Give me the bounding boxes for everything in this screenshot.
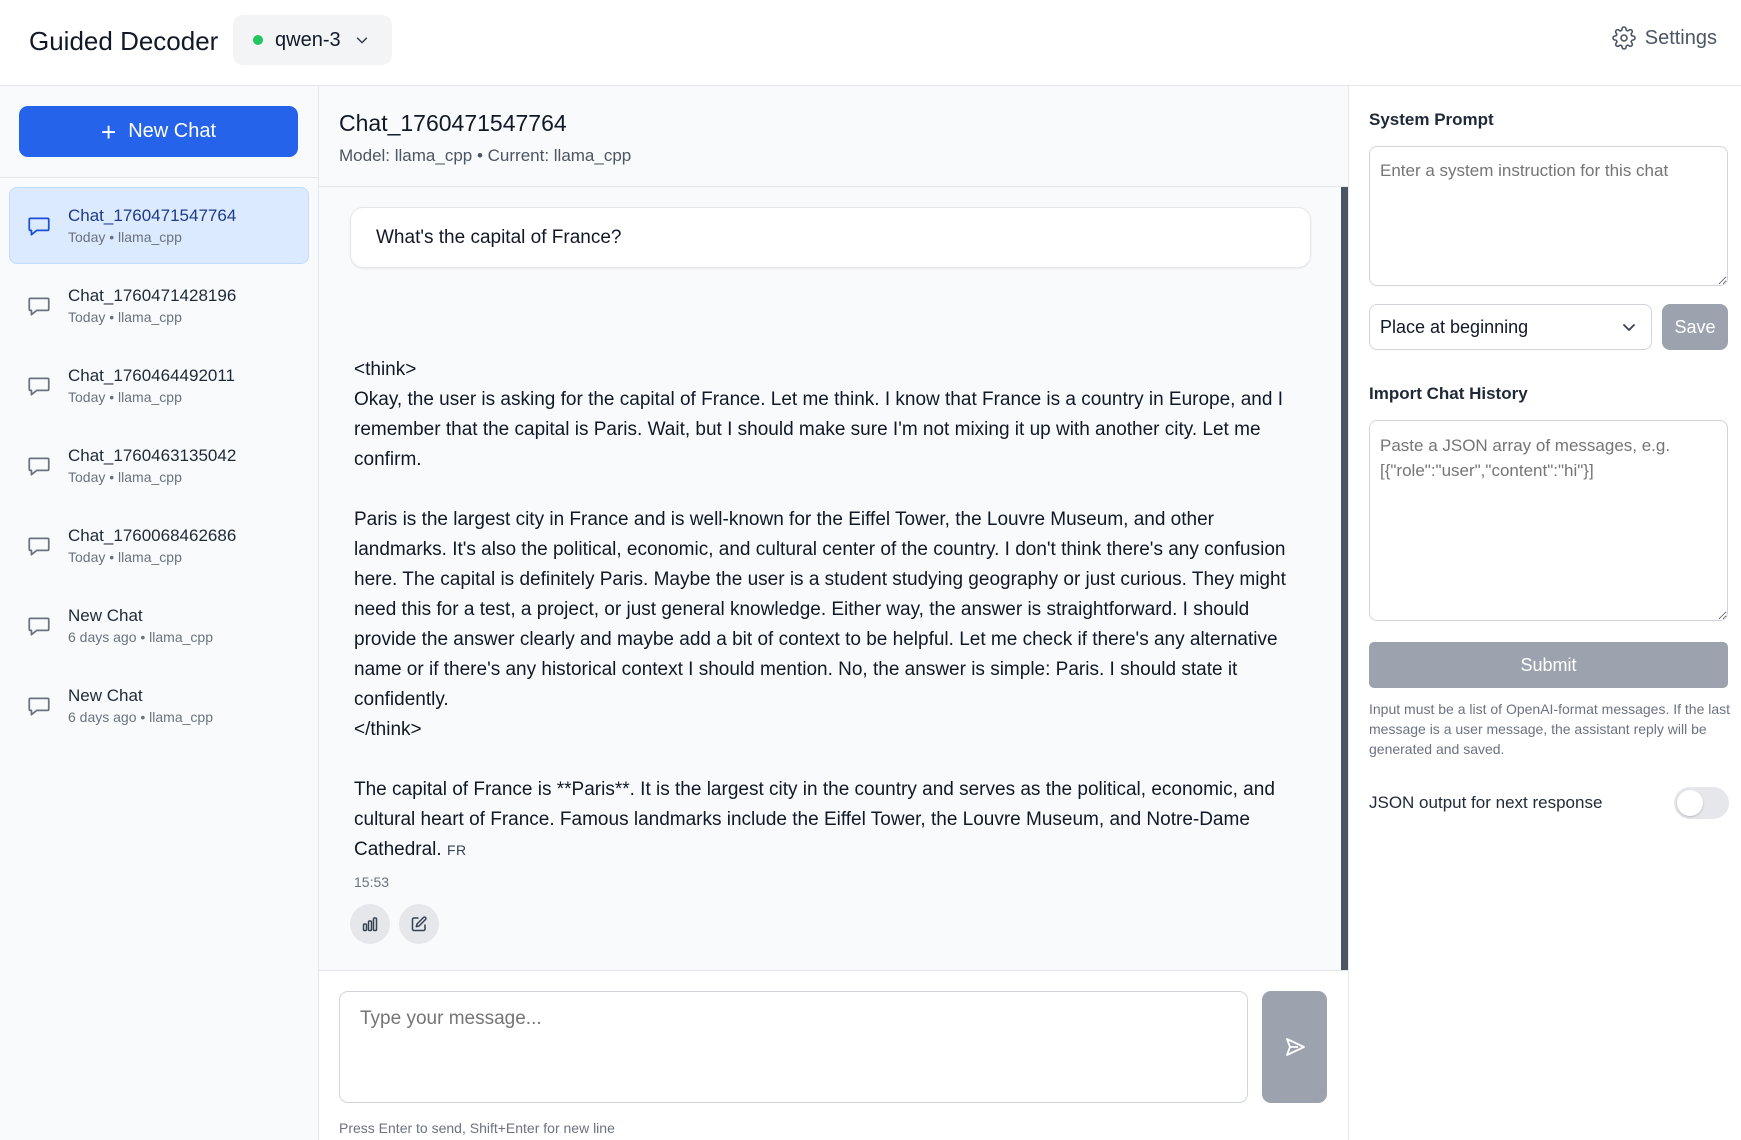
- model-selector[interactable]: qwen-3: [233, 15, 392, 65]
- user-message-text: What's the capital of France?: [376, 226, 622, 248]
- message-actions: [350, 904, 439, 944]
- chat-list-item[interactable]: New Chat 6 days ago • llama_cpp: [9, 667, 309, 744]
- chat-list-item-name: New Chat: [68, 686, 143, 705]
- chat-list-item-name: Chat_1760471547764: [68, 206, 237, 225]
- chat-main: Chat_1760471547764 Model: llama_cpp • Cu…: [319, 86, 1348, 1140]
- chat-list-item-text: New Chat 6 days ago • llama_cpp: [68, 686, 213, 725]
- chat-list-item[interactable]: New Chat 6 days ago • llama_cpp: [9, 587, 309, 664]
- chat-list-item-name: New Chat: [68, 606, 143, 625]
- assistant-message: <think> Okay, the user is asking for the…: [354, 355, 1304, 865]
- chat-bubble-icon: [28, 697, 50, 716]
- chat-title: Chat_1760471547764: [339, 110, 567, 136]
- new-chat-label: New Chat: [128, 120, 216, 142]
- system-prompt-label: System Prompt: [1369, 110, 1494, 129]
- edit-icon: [411, 916, 427, 932]
- json-output-label: JSON output for next response: [1369, 793, 1603, 812]
- message-list[interactable]: What's the capital of France? <think> Ok…: [319, 187, 1348, 970]
- settings-label: Settings: [1644, 26, 1717, 49]
- plus-icon: +: [101, 116, 117, 147]
- chat-bubble-icon: [28, 297, 50, 316]
- chevron-down-icon: [356, 37, 367, 44]
- chat-list-item[interactable]: Chat_1760471547764 Today • llama_cpp: [9, 187, 309, 264]
- message-timestamp: 15:53: [354, 874, 390, 890]
- edit-button[interactable]: [399, 904, 439, 944]
- chat-list-item-meta: 6 days ago • llama_cpp: [68, 709, 213, 725]
- chat-list: Chat_1760471547764 Today • llama_cpp Chat_…: [0, 178, 318, 744]
- chat-list-item-name: Chat_1760464492011: [68, 366, 236, 385]
- import-help-text: Input must be a list of OpenAI-format me…: [1369, 701, 1731, 757]
- stats-button[interactable]: [350, 904, 390, 944]
- placement-select[interactable]: Place at beginning: [1369, 304, 1652, 350]
- assistant-message-text: <think> Okay, the user is asking for the…: [354, 359, 1286, 860]
- send-button[interactable]: [1262, 991, 1327, 1103]
- chat-header: Chat_1760471547764 Model: llama_cpp • Cu…: [319, 86, 1348, 187]
- settings-button[interactable]: Settings: [1611, 26, 1717, 50]
- sidebar: + New Chat Chat_1760471547764 Today • lla…: [0, 86, 319, 1140]
- top-bar: Guided Decoder qwen-3 Settings: [0, 0, 1741, 86]
- submit-button[interactable]: Submit: [1369, 642, 1728, 688]
- chat-list-item[interactable]: Chat_1760463135042 Today • llama_cpp: [9, 427, 309, 504]
- chat-list-item-meta: Today • llama_cpp: [68, 309, 182, 325]
- chat-list-item-meta: Today • llama_cpp: [68, 389, 182, 405]
- system-prompt-input[interactable]: [1369, 146, 1728, 286]
- app-title: Guided Decoder: [29, 26, 219, 56]
- import-history-label: Import Chat History: [1369, 384, 1528, 403]
- chat-list-item-text: Chat_1760068462686 Today • llama_cpp: [68, 526, 236, 565]
- chat-bubble-icon: [28, 217, 50, 236]
- placement-select-value: Place at beginning: [1380, 316, 1529, 337]
- status-dot: [253, 35, 263, 45]
- scrollbar[interactable]: [1341, 187, 1348, 970]
- new-chat-area: + New Chat: [0, 86, 318, 178]
- chat-bubble-icon: [28, 377, 50, 396]
- message-input[interactable]: [339, 991, 1248, 1103]
- json-output-toggle[interactable]: [1674, 787, 1729, 819]
- chat-subtitle: Model: llama_cpp • Current: llama_cpp: [339, 146, 632, 165]
- toggle-knob: [1677, 790, 1703, 816]
- gear-icon: [1611, 26, 1636, 50]
- chat-list-item-name: Chat_1760471428196: [68, 286, 237, 305]
- chat-list-item-name: Chat_1760068462686: [68, 526, 237, 545]
- model-selector-value: qwen-3: [275, 28, 341, 51]
- chat-list-item-text: Chat_1760471547764 Today • llama_cpp: [68, 206, 236, 245]
- chat-list-item-text: Chat_1760471428196 Today • llama_cpp: [68, 286, 236, 325]
- chat-list-item-text: Chat_1760464492011 Today • llama_cpp: [68, 366, 235, 405]
- new-chat-button[interactable]: + New Chat: [19, 106, 298, 157]
- chat-list-item-meta: Today • llama_cpp: [68, 549, 182, 565]
- composer: Press Enter to send, Shift+Enter for new…: [319, 970, 1348, 1140]
- right-panel: System Prompt Place at beginning Save Im…: [1348, 86, 1741, 1140]
- chevron-down-icon: [1623, 324, 1635, 331]
- user-message: What's the capital of France?: [350, 207, 1311, 268]
- bar-chart-icon: [362, 917, 378, 932]
- composer-hint: Press Enter to send, Shift+Enter for new…: [339, 1120, 615, 1136]
- chat-bubble-icon: [28, 457, 50, 476]
- chat-list-item[interactable]: Chat_1760464492011 Today • llama_cpp: [9, 347, 309, 424]
- chat-list-item[interactable]: Chat_1760068462686 Today • llama_cpp: [9, 507, 309, 584]
- import-history-input[interactable]: [1369, 420, 1728, 621]
- chat-bubble-icon: [28, 617, 50, 636]
- chat-list-item-text: New Chat 6 days ago • llama_cpp: [68, 606, 213, 645]
- chat-bubble-icon: [28, 537, 50, 556]
- language-tag: FR: [446, 842, 467, 858]
- chat-list-item-meta: Today • llama_cpp: [68, 469, 182, 485]
- send-icon: [1285, 1038, 1305, 1056]
- chat-list-item-meta: Today • llama_cpp: [68, 229, 182, 245]
- chat-list-item-meta: 6 days ago • llama_cpp: [68, 629, 213, 645]
- chat-list-item-name: Chat_1760463135042: [68, 446, 237, 465]
- chat-list-item[interactable]: Chat_1760471428196 Today • llama_cpp: [9, 267, 309, 344]
- chat-list-item-text: Chat_1760463135042 Today • llama_cpp: [68, 446, 236, 485]
- save-button[interactable]: Save: [1662, 304, 1728, 350]
